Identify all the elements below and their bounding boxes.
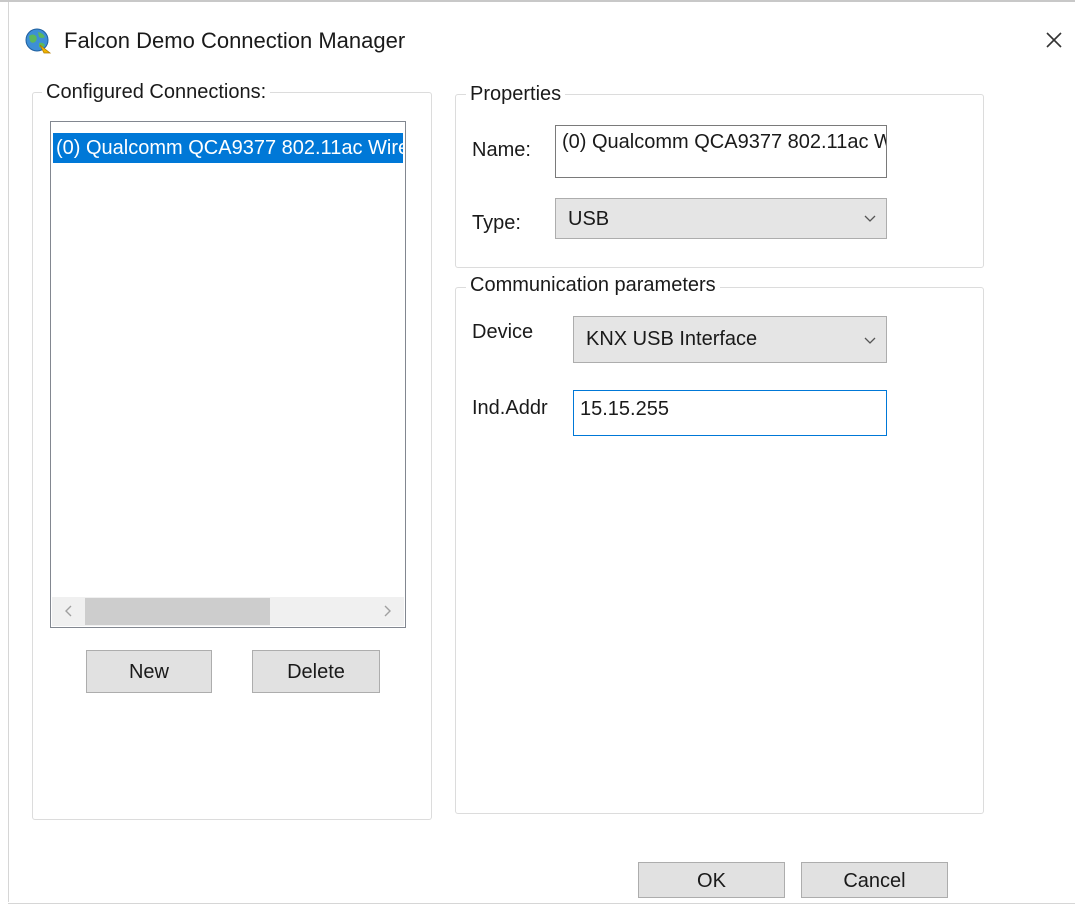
- device-label: Device: [472, 321, 534, 343]
- delete-button[interactable]: Delete: [252, 650, 380, 693]
- window-left-edge: [8, 2, 9, 902]
- list-item[interactable]: (0) Qualcomm QCA9377 802.11ac Wireless A…: [53, 133, 403, 163]
- name-label: Name:: [472, 139, 531, 161]
- ind-addr-field[interactable]: 15.15.255: [573, 390, 887, 436]
- type-select[interactable]: USB: [555, 198, 887, 239]
- communication-parameters-group: [455, 287, 984, 814]
- falcon-globe-icon: [24, 27, 52, 55]
- cancel-button[interactable]: Cancel: [801, 862, 948, 898]
- scroll-thumb[interactable]: [85, 598, 270, 625]
- connections-listbox[interactable]: (0) Qualcomm QCA9377 802.11ac Wireless A…: [50, 121, 406, 628]
- device-select[interactable]: KNX USB Interface: [573, 316, 887, 363]
- communication-parameters-legend: Communication parameters: [466, 273, 720, 297]
- close-button[interactable]: [1036, 22, 1072, 58]
- horizontal-scrollbar[interactable]: [52, 597, 404, 626]
- chevron-left-icon: [65, 605, 72, 617]
- chevron-down-icon: [864, 337, 876, 344]
- window-bottom-edge: [8, 903, 1075, 904]
- scroll-left-button[interactable]: [52, 597, 84, 626]
- scroll-right-button[interactable]: [372, 597, 404, 626]
- properties-group: [455, 94, 984, 268]
- properties-legend: Properties: [466, 82, 566, 106]
- window-title: Falcon Demo Connection Manager: [64, 28, 406, 53]
- type-label: Type:: [472, 212, 521, 234]
- new-button[interactable]: New: [86, 650, 212, 693]
- configured-connections-legend: Configured Connections:: [42, 80, 271, 104]
- chevron-down-icon: [864, 215, 876, 222]
- window-top-edge: [0, 0, 1075, 2]
- ind-addr-label: Ind.Addr: [472, 397, 548, 419]
- name-field[interactable]: (0) Qualcomm QCA9377 802.11ac Wireless A…: [555, 125, 887, 178]
- type-select-value: USB: [568, 208, 610, 230]
- ok-button[interactable]: OK: [638, 862, 785, 898]
- chevron-right-icon: [384, 605, 391, 617]
- device-select-value: KNX USB Interface: [586, 328, 758, 350]
- close-icon: [1046, 32, 1062, 48]
